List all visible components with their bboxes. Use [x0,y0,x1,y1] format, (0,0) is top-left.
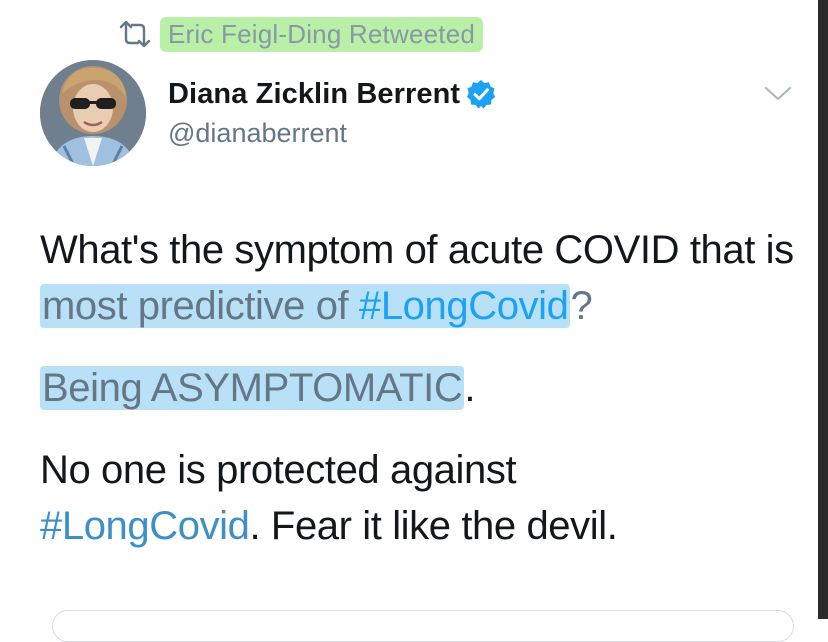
avatar[interactable] [40,60,146,166]
tweet-text-plain: What's the symptom of acute COVID that i… [40,228,794,272]
user-handle[interactable]: @dianaberrent [168,118,496,149]
retweeted-by-label[interactable]: Eric Feigl-Ding Retweeted [168,19,475,49]
tweet-paragraph-1: What's the symptom of acute COVID that i… [40,222,800,334]
hashtag-link[interactable]: #LongCovid [359,284,569,328]
retweet-icon [119,21,151,47]
retweet-highlight: Eric Feigl-Ding Retweeted [160,16,484,52]
display-name[interactable]: Diana Zicklin Berrent [168,78,460,111]
tweet-text-plain: No one is protected against [40,448,517,492]
tweet-paragraph-3: No one is protected against #LongCovid. … [40,442,800,554]
user-block[interactable]: Diana Zicklin Berrent @dianaberrent [168,76,496,149]
tweet-text-plain: . Fear it like the devil. [249,504,618,548]
hashtag-link[interactable]: #LongCovid [40,504,250,548]
avatar-photo [40,60,146,166]
display-name-row: Diana Zicklin Berrent [168,76,496,112]
tweet-paragraph-2: Being ASYMPTOMATIC. [40,360,800,416]
highlighted-phrase: most predictive of #LongCovid [40,284,571,328]
question-mark: ? [570,284,593,328]
chevron-down-icon[interactable] [764,84,792,104]
highlighted-text: most predictive of [42,284,359,328]
scrollbar[interactable] [818,0,828,619]
highlighted-phrase-asymptomatic: Being ASYMPTOMATIC [40,366,465,410]
period: . [464,366,476,410]
verified-badge-icon [467,80,496,109]
retweet-context: Eric Feigl-Ding Retweeted [116,14,484,54]
tweet-text: What's the symptom of acute COVID that i… [40,222,800,554]
quoted-card-edge[interactable] [52,610,794,642]
